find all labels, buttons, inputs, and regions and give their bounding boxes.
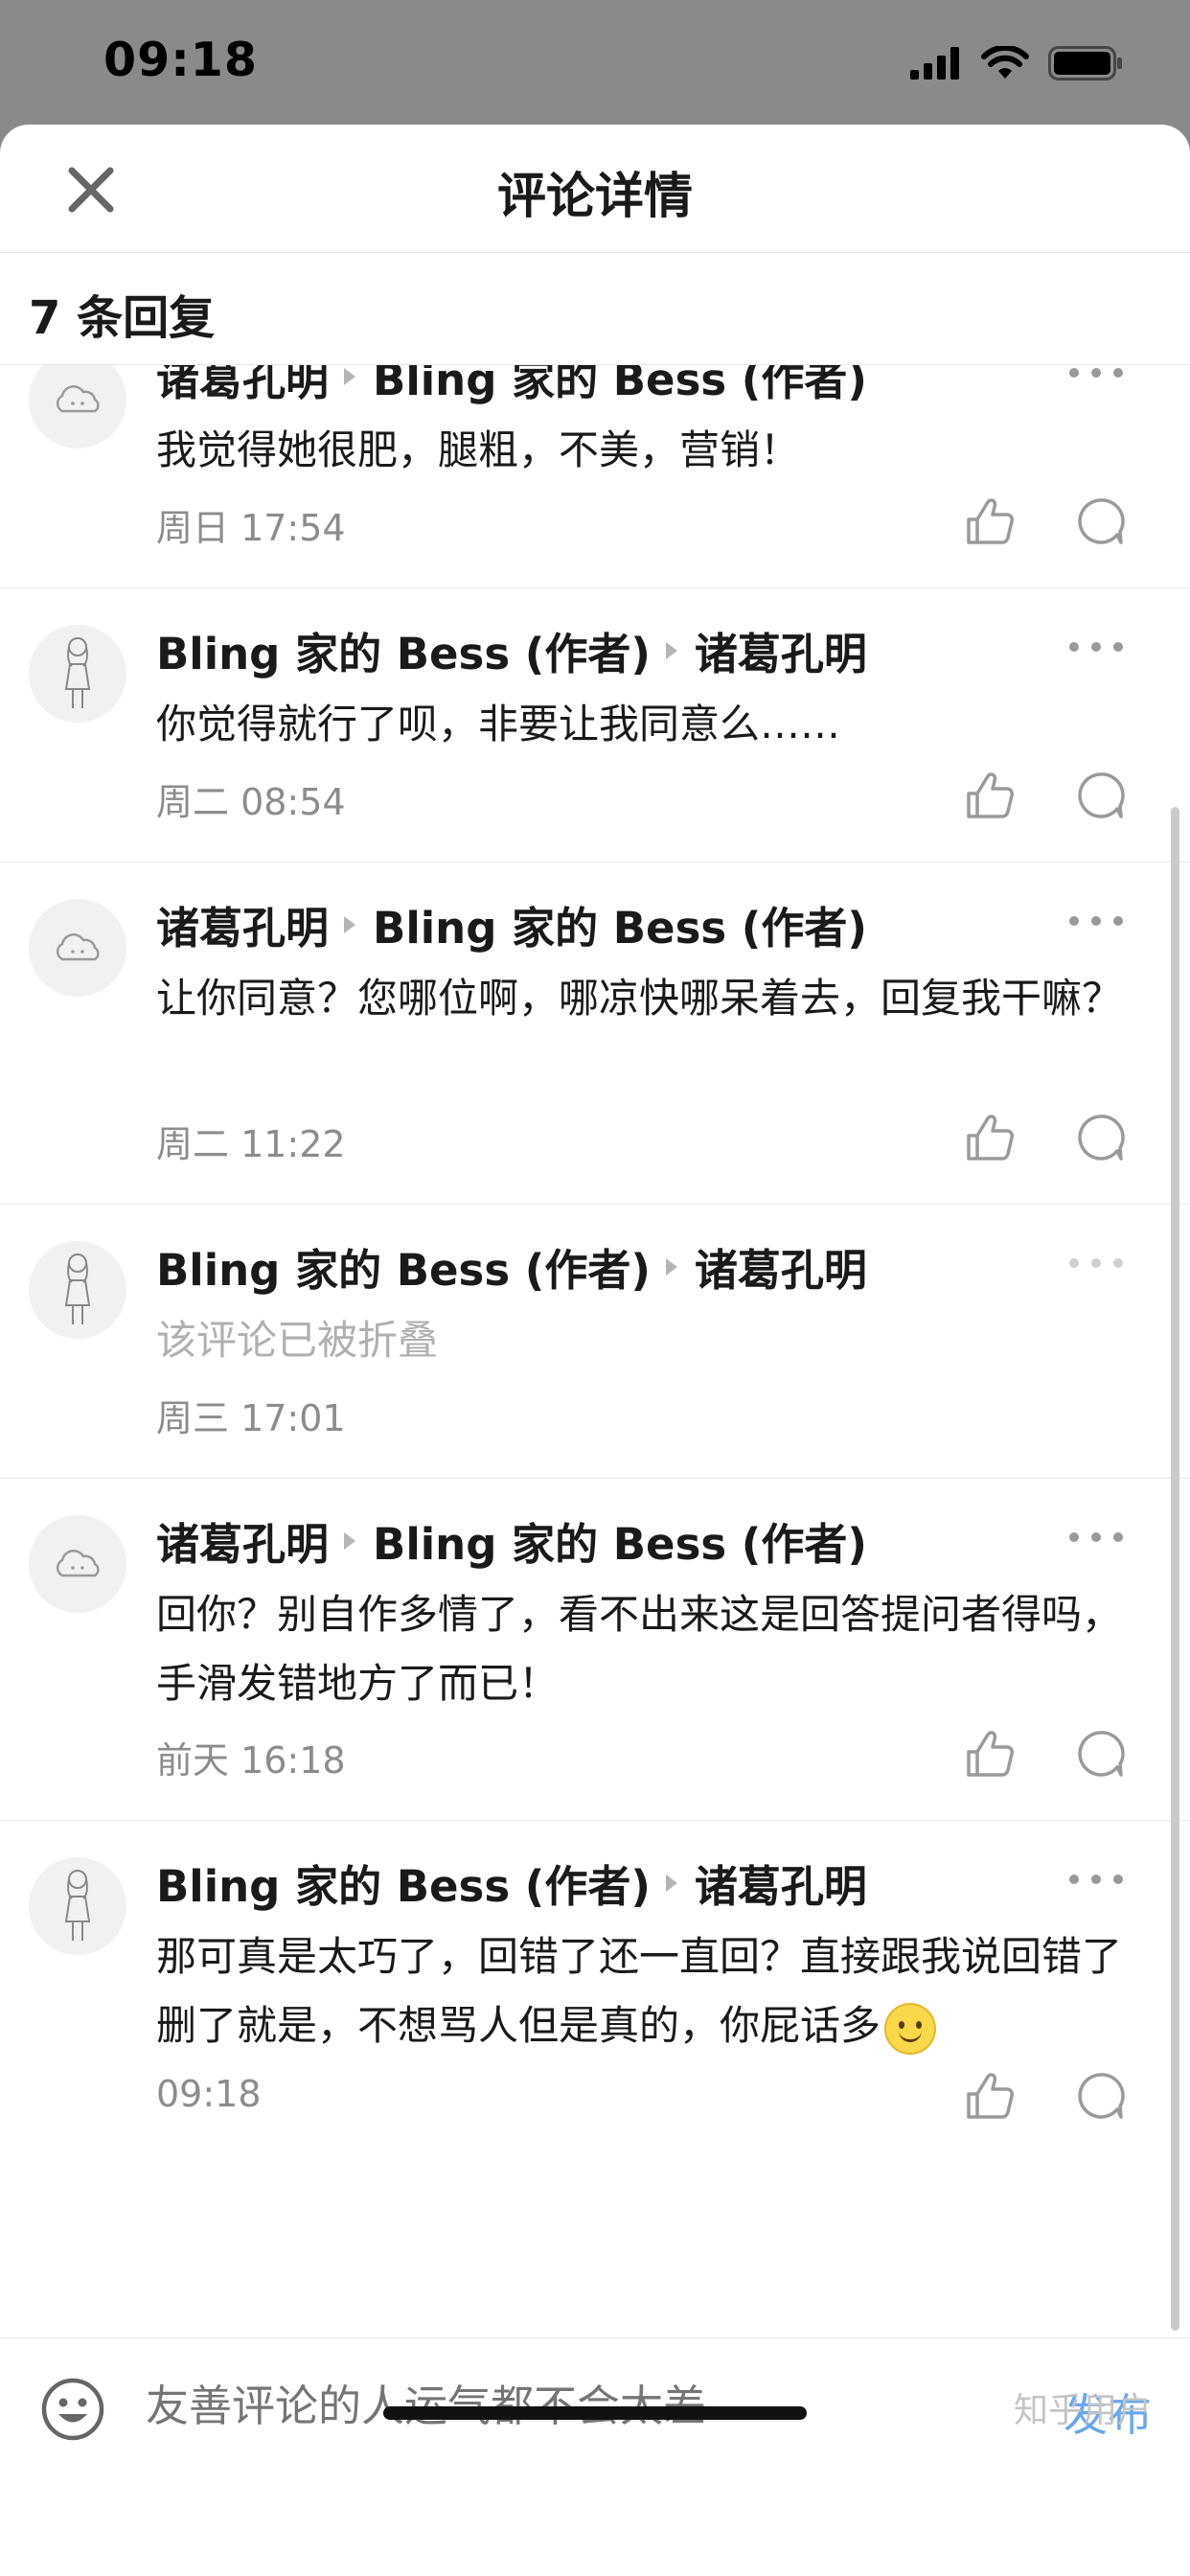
comment-time: 前天 16:18 (156, 1739, 346, 1782)
comment-names: 诸葛孔明 Bling 家的 Bess (作者) (156, 365, 867, 407)
comment-names: 诸葛孔明 Bling 家的 Bess (作者) (156, 893, 867, 955)
comment-text: 回你？别自作多情了，看不出来这是回答提问者得吗，手滑发错地方了而已！ (156, 1591, 1123, 1707)
author-name[interactable]: Bling 家的 Bess (作者) (156, 619, 651, 681)
emoji-icon[interactable] (40, 2377, 105, 2442)
reply-arrow-icon (665, 1874, 677, 1892)
like-icon[interactable] (963, 2069, 1017, 2123)
girl-avatar-icon (64, 637, 91, 708)
watermark: 知乎用户 (1014, 2391, 1153, 2430)
comment-item: Bling 家的 Bess (作者) 诸葛孔明 该评论已被折叠 周三 17:01 (0, 1205, 1190, 1479)
comment-names: 诸葛孔明 Bling 家的 Bess (作者) (156, 1509, 867, 1572)
comment-list[interactable]: 诸葛孔明 Bling 家的 Bess (作者) 我觉得她很肥，腿粗，不美，营销！… (0, 365, 1190, 2337)
more-button[interactable] (1069, 1253, 1123, 1274)
battery-icon (1048, 46, 1122, 80)
comment-text: 你觉得就行了呗，非要让我同意么…… (156, 701, 841, 748)
comment-item: 诸葛孔明 Bling 家的 Bess (作者) 回你？别自作多情了，看不出来这是… (0, 1479, 1190, 1821)
reply-icon[interactable] (1073, 769, 1127, 822)
reply-to-name[interactable]: Bling 家的 Bess (作者) (373, 365, 867, 407)
comment-time: 周二 08:54 (156, 781, 346, 823)
comment-time: 周二 11:22 (156, 1123, 346, 1165)
avatar[interactable] (29, 1515, 126, 1613)
reply-to-name[interactable]: 诸葛孔明 (695, 1852, 867, 1914)
cloud-avatar-icon (56, 933, 100, 961)
reply-arrow-icon (344, 915, 356, 933)
reply-count: 7 条回复 (29, 291, 216, 345)
comment-item: 诸葛孔明 Bling 家的 Bess (作者) 让你同意？您哪位啊，哪凉快哪呆着… (0, 862, 1190, 1205)
comment-input-bar: 发布 (0, 2337, 1190, 2576)
cloud-avatar-icon (56, 1550, 100, 1577)
like-icon[interactable] (963, 769, 1017, 822)
home-indicator[interactable] (383, 2406, 807, 2420)
reply-icon[interactable] (1073, 2069, 1127, 2123)
status-bar: 09:18 (0, 0, 1190, 125)
more-button[interactable] (1069, 1869, 1123, 1890)
page-title: 评论详情 (496, 169, 693, 225)
like-icon[interactable] (963, 494, 1017, 548)
cloud-avatar-icon (56, 385, 100, 413)
girl-avatar-icon (64, 1254, 91, 1324)
status-icons (910, 44, 1123, 82)
comment-item: 诸葛孔明 Bling 家的 Bess (作者) 我觉得她很肥，腿粗，不美，营销！… (0, 365, 1190, 588)
reply-icon[interactable] (1073, 1111, 1127, 1164)
reply-to-name[interactable]: Bling 家的 Bess (作者) (373, 1509, 867, 1572)
like-icon[interactable] (963, 1727, 1017, 1781)
reply-icon[interactable] (1073, 494, 1127, 548)
comment-text-content: 那可真是太巧了，回错了还一直回？直接跟我说回错了删了就是，不想骂人但是真的，你屁… (156, 1933, 1123, 2049)
sheet-header: 评论详情 (0, 125, 1190, 253)
reply-icon[interactable] (1073, 1727, 1127, 1781)
author-name[interactable]: Bling 家的 Bess (作者) (156, 1235, 651, 1298)
comment-time: 周日 17:54 (156, 507, 346, 549)
scrollbar[interactable] (1171, 807, 1179, 2331)
reply-to-name[interactable]: 诸葛孔明 (695, 1235, 867, 1298)
comment-names: Bling 家的 Bess (作者) 诸葛孔明 (156, 1852, 867, 1914)
more-button[interactable] (1069, 365, 1123, 383)
reply-arrow-icon (665, 641, 677, 659)
avatar[interactable] (29, 1241, 126, 1339)
author-name[interactable]: 诸葛孔明 (156, 1509, 329, 1572)
more-button[interactable] (1069, 1527, 1123, 1548)
comment-time: 09:18 (156, 2073, 262, 2115)
reply-count-bar: 7 条回复 (0, 253, 1190, 365)
avatar[interactable] (29, 625, 126, 723)
comment-names: Bling 家的 Bess (作者) 诸葛孔明 (156, 619, 867, 681)
comment-item: Bling 家的 Bess (作者) 诸葛孔明 那可真是太巧了，回错了还一直回？… (0, 1821, 1190, 2204)
avatar[interactable] (29, 899, 126, 997)
comment-item: Bling 家的 Bess (作者) 诸葛孔明 你觉得就行了呗，非要让我同意么…… (0, 588, 1190, 862)
reply-arrow-icon (665, 1257, 677, 1276)
comment-detail-sheet: 评论详情 7 条回复 诸葛孔明 Bling 家的 Bess (作者) 我觉得她很… (0, 125, 1190, 2576)
status-time: 09:18 (103, 33, 258, 87)
comment-text: 我觉得她很肥，腿粗，不美，营销！ (156, 426, 801, 473)
reply-to-name[interactable]: Bling 家的 Bess (作者) (373, 893, 867, 955)
comment-time: 周三 17:01 (156, 1397, 346, 1439)
comment-text: 让你同意？您哪位啊，哪凉快哪呆着去，回复我干嘛？ (156, 975, 1123, 1022)
author-name[interactable]: 诸葛孔明 (156, 893, 329, 955)
reply-arrow-icon (344, 1531, 356, 1550)
wifi-icon (981, 46, 1029, 79)
like-icon[interactable] (963, 1111, 1017, 1164)
more-button[interactable] (1069, 910, 1123, 932)
more-button[interactable] (1069, 636, 1123, 657)
cellular-signal-icon (910, 47, 959, 80)
author-name[interactable]: Bling 家的 Bess (作者) (156, 1852, 651, 1914)
reply-to-name[interactable]: 诸葛孔明 (695, 619, 867, 681)
reply-arrow-icon (344, 367, 356, 385)
comment-text: 那可真是太巧了，回错了还一直回？直接跟我说回错了删了就是，不想骂人但是真的，你屁… (156, 1922, 1124, 2060)
avatar[interactable] (29, 365, 126, 448)
girl-avatar-icon (64, 1870, 91, 1941)
avatar[interactable] (29, 1857, 126, 1955)
author-name[interactable]: 诸葛孔明 (156, 365, 329, 407)
folded-comment-text[interactable]: 该评论已被折叠 (156, 1306, 1124, 1375)
comment-names: Bling 家的 Bess (作者) 诸葛孔明 (156, 1235, 867, 1298)
smiley-emoji-icon (884, 2002, 937, 2055)
